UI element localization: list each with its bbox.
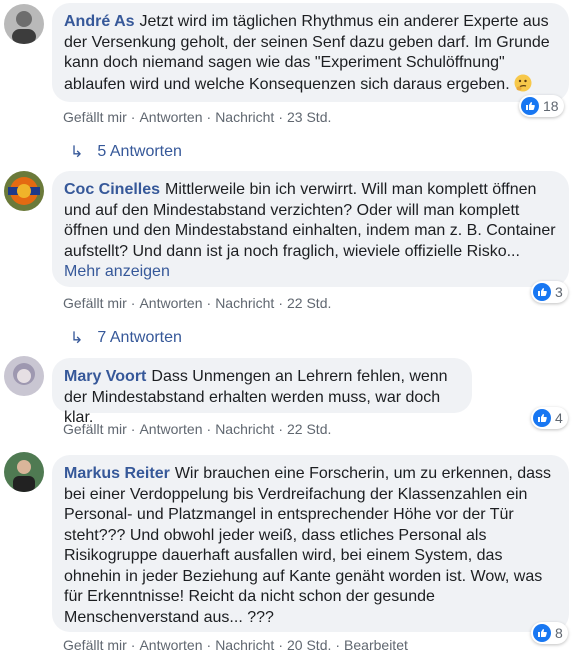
like-thumb-icon bbox=[533, 283, 551, 301]
replies-count: 7 Antworten bbox=[97, 329, 182, 346]
avatar[interactable] bbox=[4, 4, 44, 44]
reaction-number: 3 bbox=[555, 284, 563, 300]
like-action[interactable]: Gefällt mir bbox=[63, 109, 127, 125]
timestamp[interactable]: 22 Std. bbox=[287, 421, 331, 437]
reply-arrow-icon: ↳ bbox=[70, 330, 84, 347]
like-thumb-icon bbox=[521, 97, 539, 115]
timestamp[interactable]: 22 Std. bbox=[287, 295, 331, 311]
avatar[interactable] bbox=[4, 171, 44, 211]
message-action[interactable]: Nachricht bbox=[215, 637, 274, 653]
message-action[interactable]: Nachricht bbox=[215, 295, 274, 311]
timestamp[interactable]: 23 Std. bbox=[287, 109, 331, 125]
reaction-count[interactable]: 3 bbox=[531, 281, 568, 303]
view-replies-link[interactable]: ↳ 5 Antworten bbox=[70, 142, 182, 162]
author-name[interactable]: Coc Cinelles bbox=[64, 181, 160, 198]
comment-text: Wir brauchen eine Forscherin, um zu erke… bbox=[64, 465, 556, 626]
message-action[interactable]: Nachricht bbox=[215, 109, 274, 125]
reaction-number: 18 bbox=[543, 98, 559, 114]
reaction-count[interactable]: 4 bbox=[531, 407, 568, 429]
reply-action[interactable]: Antworten bbox=[139, 421, 202, 437]
author-name[interactable]: Mary Voort bbox=[64, 368, 146, 385]
replies-count: 5 Antworten bbox=[97, 143, 182, 160]
comment-bubble: Mary Voort Dass Unmengen an Lehrern fehle… bbox=[52, 358, 472, 426]
author-name[interactable]: André As bbox=[64, 13, 135, 30]
reaction-count[interactable]: 8 bbox=[531, 622, 568, 644]
reaction-number: 4 bbox=[555, 410, 563, 426]
avatar[interactable] bbox=[4, 356, 44, 396]
comment-actions: Gefällt mir · Antworten · Nachricht · 23 Std. bbox=[63, 109, 332, 125]
timestamp[interactable]: 20 Std. bbox=[287, 637, 331, 653]
comment-bubble: Coc Cinelles Mittlerweile bin ich verwirr… bbox=[52, 171, 569, 287]
reaction-number: 8 bbox=[555, 625, 563, 641]
like-action[interactable]: Gefällt mir bbox=[63, 421, 127, 437]
comment-actions: Gefällt mir · Antworten · Nachricht · 22 Std. bbox=[63, 421, 332, 437]
comment-actions: Gefällt mir · Antworten · Nachricht · 20 Std. ·… bbox=[63, 637, 408, 653]
reply-action[interactable]: Antworten bbox=[139, 637, 202, 653]
message-action[interactable]: Nachricht bbox=[215, 421, 274, 437]
comment-actions: Gefällt mir · Antworten · Nachricht · 22 Std. bbox=[63, 295, 332, 311]
comment-bubble: Markus Reiter Wir brauchen eine Forscheri… bbox=[52, 455, 569, 632]
reply-arrow-icon: ↳ bbox=[70, 144, 84, 161]
edited-label: Bearbeitet bbox=[344, 637, 408, 653]
comment-bubble: André As Jetzt wird im täglichen Rhythmus… bbox=[52, 3, 569, 102]
reaction-count[interactable]: 18 bbox=[519, 95, 564, 117]
like-action[interactable]: Gefällt mir bbox=[63, 637, 127, 653]
reply-action[interactable]: Antworten bbox=[139, 109, 202, 125]
like-action[interactable]: Gefällt mir bbox=[63, 295, 127, 311]
like-thumb-icon bbox=[533, 624, 551, 642]
avatar[interactable] bbox=[4, 452, 44, 492]
like-thumb-icon bbox=[533, 409, 551, 427]
reply-action[interactable]: Antworten bbox=[139, 295, 202, 311]
comment-text: Jetzt wird im täglichen Rhythmus ein and… bbox=[64, 13, 555, 93]
show-more-link[interactable]: Mehr anzeigen bbox=[64, 263, 170, 280]
view-replies-link[interactable]: ↳ 7 Antworten bbox=[70, 328, 182, 348]
author-name[interactable]: Markus Reiter bbox=[64, 465, 170, 482]
